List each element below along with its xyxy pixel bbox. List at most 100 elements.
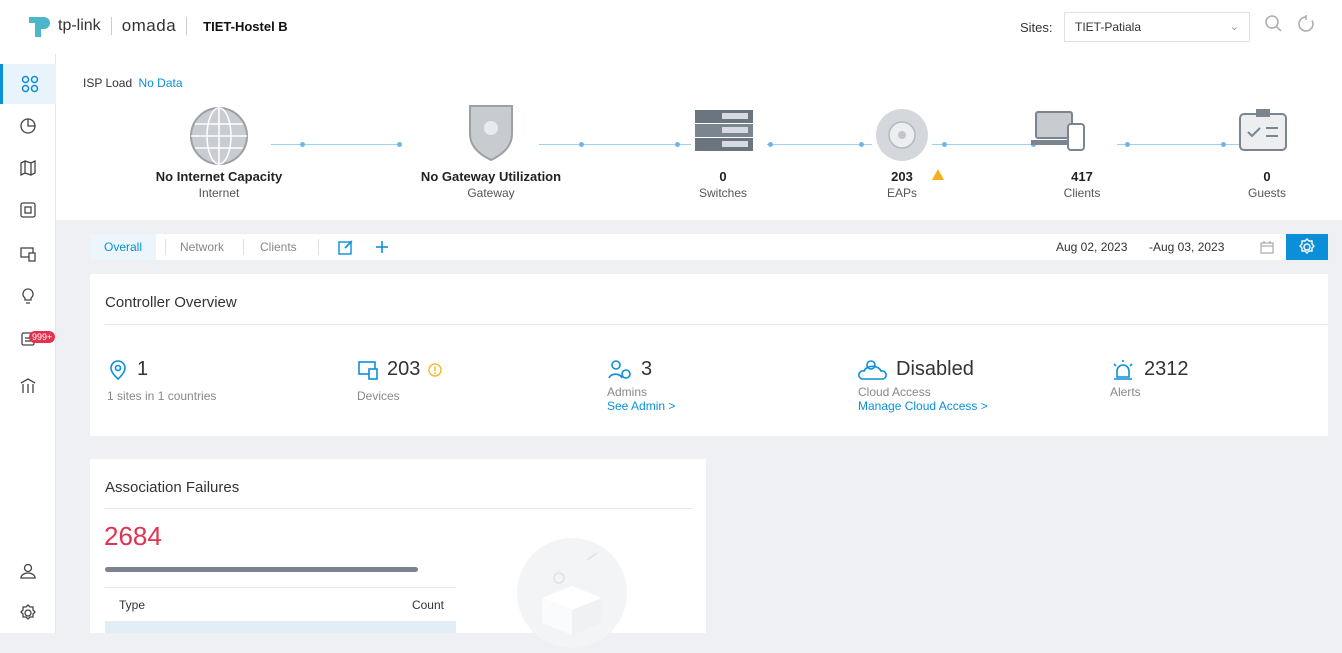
- tab-divider: [243, 239, 244, 255]
- topology-link-dot: [1221, 142, 1226, 147]
- notification-badge: 999+: [29, 331, 56, 343]
- site-title: TIET-Hostel B: [203, 18, 288, 34]
- add-icon[interactable]: [374, 239, 390, 255]
- gear-icon: [20, 604, 36, 620]
- stat-label: Alerts: [1110, 385, 1141, 399]
- nav-insights[interactable]: [0, 276, 56, 316]
- topology-node-switches: 0 Switches: [699, 169, 747, 200]
- stat-value: 3: [641, 358, 653, 380]
- node-value: 0: [1263, 169, 1271, 184]
- association-failures-card: Association Failures 2684 Type Count: [90, 459, 706, 648]
- internet-globe-icon[interactable]: [187, 104, 251, 168]
- calendar-icon[interactable]: [1260, 240, 1274, 254]
- tab-overall[interactable]: Overall: [90, 234, 157, 260]
- controller-overview-card: Controller Overview 1 1 sites in 1 count…: [90, 274, 1328, 436]
- empty-box-icon: [542, 552, 602, 635]
- topology-link-dot: [768, 142, 773, 147]
- pie-chart-icon: [20, 118, 36, 134]
- nav-dashboard[interactable]: [0, 64, 56, 104]
- nav-reports[interactable]: [0, 366, 56, 406]
- nav-clients[interactable]: [0, 234, 56, 274]
- refresh-icon[interactable]: [1296, 14, 1316, 34]
- topology-node-gateway: No Gateway Utilization Gateway: [421, 169, 561, 200]
- date-to[interactable]: -Aug 03, 2023: [1149, 240, 1224, 254]
- dashboard-icon: [21, 75, 38, 93]
- nav-map[interactable]: [0, 148, 56, 188]
- stat-label: Cloud Access: [858, 385, 931, 399]
- card-title: Controller Overview: [105, 294, 237, 311]
- map-icon: [20, 159, 36, 177]
- topology-link: [767, 144, 872, 145]
- stat-cloud-access: Disabled Cloud Access Manage Cloud Acces…: [858, 358, 988, 413]
- reports-icon: [20, 378, 36, 393]
- stat-label: Admins: [607, 385, 648, 399]
- switch-icon[interactable]: [694, 109, 754, 153]
- sites-select-value: TIET-Patiala: [1075, 20, 1142, 34]
- info-warning-icon[interactable]: [428, 362, 443, 377]
- guest-badge-icon[interactable]: [1236, 108, 1290, 154]
- chevron-down-icon: ⌄: [1229, 21, 1239, 33]
- tab-network[interactable]: Network: [166, 234, 238, 260]
- topology-link-dot: [397, 142, 402, 147]
- stat-value: Disabled: [896, 358, 974, 380]
- table-row[interactable]: [105, 621, 456, 633]
- manage-cloud-access-link[interactable]: Manage Cloud Access >: [858, 399, 988, 413]
- tab-clients[interactable]: Clients: [246, 234, 311, 260]
- nav-account[interactable]: [0, 551, 56, 591]
- stat-sites: 1 1 sites in 1 countries: [107, 358, 216, 403]
- topology-link-dot: [942, 142, 947, 147]
- isp-load-value[interactable]: No Data: [139, 76, 183, 90]
- topology-panel: ISP Load No Data No Internet Capacity In…: [56, 54, 1342, 220]
- card-divider: [105, 324, 1328, 325]
- column-count[interactable]: Count: [412, 598, 444, 612]
- stat-alerts: 2312 Alerts: [1110, 358, 1189, 399]
- access-point-icon[interactable]: [874, 107, 930, 163]
- column-type[interactable]: Type: [119, 598, 145, 612]
- devices-icon: [358, 360, 378, 380]
- topology-link-dot: [1125, 142, 1130, 147]
- device-icon: [20, 202, 36, 218]
- nav-settings[interactable]: [0, 593, 56, 633]
- card-divider: [105, 508, 692, 509]
- logo-divider: [186, 17, 188, 35]
- node-label: Clients: [1063, 186, 1101, 200]
- stat-devices: 203 Devices: [357, 358, 443, 403]
- stat-value: 2312: [1144, 358, 1189, 380]
- failure-total: 2684: [104, 521, 162, 551]
- nav-devices[interactable]: [0, 190, 56, 230]
- stat-label: Devices: [357, 389, 400, 403]
- topology-link-dot: [859, 142, 864, 147]
- sites-label: Sites:: [1020, 20, 1053, 35]
- clients-icon: [20, 247, 36, 262]
- date-from[interactable]: Aug 02, 2023: [1056, 240, 1127, 254]
- tplink-logo-icon: [29, 17, 50, 37]
- clients-devices-icon[interactable]: [1030, 110, 1090, 154]
- dashboard-settings-button[interactable]: [1286, 234, 1328, 260]
- sites-select[interactable]: TIET-Patiala ⌄: [1064, 12, 1250, 42]
- node-value: No Gateway Utilization: [420, 169, 562, 184]
- failure-progress-bar: [105, 567, 418, 572]
- brand-text: tp-link: [58, 17, 101, 34]
- node-label: EAPs: [886, 186, 918, 200]
- see-admin-link[interactable]: See Admin >: [607, 399, 675, 413]
- lightbulb-icon: [22, 288, 34, 304]
- cloud-user-icon: [858, 359, 887, 380]
- node-label: Internet: [198, 186, 240, 200]
- topology-link-dot: [579, 142, 584, 147]
- stat-label: 1 sites in 1 countries: [107, 389, 217, 403]
- edit-icon[interactable]: [338, 239, 354, 255]
- topology-link: [271, 144, 401, 145]
- gateway-shield-icon[interactable]: [466, 102, 516, 162]
- topology-link: [539, 144, 691, 145]
- topology-link-dot: [300, 142, 305, 147]
- tab-divider: [318, 239, 319, 255]
- search-icon[interactable]: [1264, 14, 1284, 34]
- node-label: Gateway: [467, 186, 515, 200]
- topology-node-eaps: 203 EAPs: [887, 169, 917, 200]
- user-icon: [20, 563, 36, 579]
- stat-value: 203: [387, 358, 421, 380]
- nav-statistics[interactable]: [0, 106, 56, 146]
- topology-node-internet: No Internet Capacity Internet: [156, 169, 282, 200]
- logo: tp-link omada TIET-Hostel B: [26, 13, 288, 39]
- empty-state-illustration: [517, 538, 627, 648]
